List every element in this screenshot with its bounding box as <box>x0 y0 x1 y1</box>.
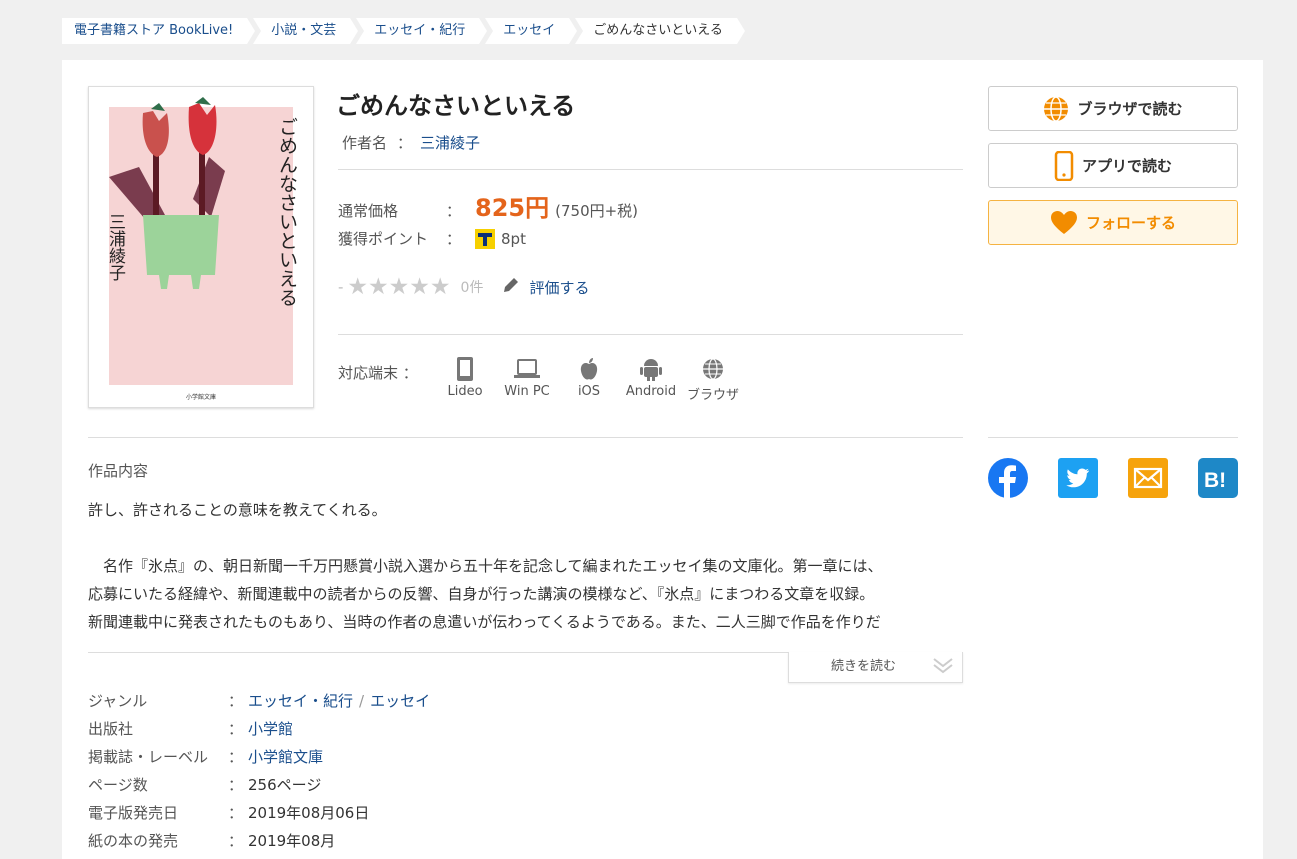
genre-link-essay[interactable]: エッセイ <box>370 692 430 710</box>
detail-publisher: 出版社： 小学館 <box>88 719 294 738</box>
device-winpc: Win PC <box>496 356 558 403</box>
author-colon: ： <box>397 134 413 152</box>
mail-share-icon[interactable] <box>1128 458 1168 498</box>
breadcrumb-essay[interactable]: エッセイ <box>485 18 578 44</box>
read-in-app-button[interactable]: アプリで読む <box>988 143 1238 188</box>
author-label: 作者名 <box>342 134 388 152</box>
author-link[interactable]: 三浦綾子 <box>420 134 480 152</box>
heart-icon <box>1050 210 1077 234</box>
divider <box>988 437 1238 438</box>
price-tax: (750円+税) <box>555 202 639 220</box>
android-icon <box>640 359 662 381</box>
hatena-bookmark-icon[interactable]: B! <box>1198 458 1238 498</box>
points-value: 8pt <box>501 229 526 248</box>
price-row: 通常価格 ： 825円 (750円+税) <box>338 188 638 223</box>
points-colon: ： <box>446 230 462 248</box>
points-row: 獲得ポイント ： 8pt <box>338 228 526 249</box>
twitter-share-icon[interactable] <box>1058 458 1098 498</box>
breadcrumb-fiction[interactable]: 小説・文芸 <box>253 18 359 44</box>
smartphone-icon <box>1054 150 1074 181</box>
tpoint-icon <box>475 228 496 249</box>
svg-text:B!: B! <box>1204 469 1226 492</box>
globe-icon <box>1044 95 1069 122</box>
detail-pages: ページ数： 256ページ <box>88 775 322 794</box>
double-chevron-down-icon <box>932 656 954 687</box>
laptop-icon <box>514 359 540 378</box>
facebook-share-icon[interactable] <box>988 458 1028 498</box>
cover-title-text: ごめんなさいといえる <box>276 117 298 307</box>
cover-publisher-text: 小学館文庫 <box>186 393 216 401</box>
detail-ebook-release: 電子版発売日： 2019年08月06日 <box>88 803 370 822</box>
device-lideo: Lideo <box>434 356 496 403</box>
publisher-link[interactable]: 小学館 <box>248 720 293 738</box>
book-title: ごめんなさいといえる <box>336 92 576 120</box>
points-label: 獲得ポイント <box>338 230 429 248</box>
rating-row: - ★★★★★ 0件 評価する <box>338 274 589 300</box>
devices-label: 対応端末 ： <box>338 364 418 382</box>
pencil-icon[interactable] <box>501 275 521 299</box>
description-heading: 作品内容 <box>88 462 149 480</box>
product-panel: ごめんなさいといえる 三浦綾子 小学館文庫 ごめんなさいといえる 作者名 ： 三浦綾… <box>62 60 1263 859</box>
author-row: 作者名 ： 三浦綾子 <box>342 132 480 153</box>
price-label: 通常価格 <box>338 202 399 220</box>
label-link[interactable]: 小学館文庫 <box>248 748 323 766</box>
divider <box>338 169 963 170</box>
device-ios: iOS <box>558 356 620 403</box>
divider <box>88 437 963 438</box>
follow-button[interactable]: フォローする <box>988 200 1238 245</box>
description-lead: 許し、許されることの意味を教えてくれる。 <box>88 501 387 519</box>
read-in-browser-button[interactable]: ブラウザで読む <box>988 86 1238 131</box>
divider <box>338 334 963 335</box>
supported-devices: 対応端末 ： Lideo Win PC iOS Android ブラウザ <box>338 356 744 403</box>
apple-icon <box>580 358 598 380</box>
detail-print-release: 紙の本の発売： 2019年08月 <box>88 831 336 850</box>
breadcrumb: 電子書籍ストア BookLive! 小説・文芸 エッセイ・紀行 エッセイ ごめん… <box>62 18 745 44</box>
cover-author-text: 三浦綾子 <box>105 213 126 281</box>
breadcrumb-essay-travel[interactable]: エッセイ・紀行 <box>356 18 488 44</box>
rating-count: 0件 <box>460 280 484 296</box>
description-line: 応募にいたる経緯や、新聞連載中の読者からの反響、自身が行った講演の模様など、『氷… <box>88 585 875 603</box>
description-line: 名作『氷点』の、朝日新聞一千万円懸賞小説入選から五十年を記念して編まれたエッセイ… <box>103 557 883 575</box>
description-text: 許し、許されることの意味を教えてくれる。 名作『氷点』の、朝日新聞一千万円懸賞小… <box>88 496 968 636</box>
detail-genre: ジャンル： エッセイ・紀行 / エッセイ <box>88 691 431 710</box>
rating-dash: - <box>338 278 344 296</box>
detail-label: 掲載誌・レーベル： 小学館文庫 <box>88 747 324 766</box>
book-cover[interactable]: ごめんなさいといえる 三浦綾子 小学館文庫 <box>88 86 314 408</box>
globe-icon <box>703 358 723 380</box>
price-value: 825円 <box>475 194 550 222</box>
price-colon: ： <box>446 202 462 220</box>
device-browser: ブラウザ <box>682 356 744 403</box>
rating-stars: ★★★★★ <box>347 274 451 300</box>
read-more-button[interactable]: 続きを読む <box>788 652 963 683</box>
breadcrumb-home[interactable]: 電子書籍ストア BookLive! <box>62 18 256 44</box>
read-more-label: 続きを読む <box>831 659 897 674</box>
write-review-link[interactable]: 評価する <box>529 277 589 298</box>
device-android: Android <box>620 356 682 403</box>
tablet-icon <box>457 357 473 381</box>
breadcrumb-current: ごめんなさいといえる <box>575 18 745 44</box>
genre-link-essay-travel[interactable]: エッセイ・紀行 <box>248 692 353 710</box>
description-line: 新聞連載中に発表されたものもあり、当時の作者の息遣いが伝わってくるようである。ま… <box>88 613 881 631</box>
book-details: ジャンル： エッセイ・紀行 / エッセイ 出版社： 小学館 掲載誌・レーベル： 小学… <box>88 686 430 854</box>
